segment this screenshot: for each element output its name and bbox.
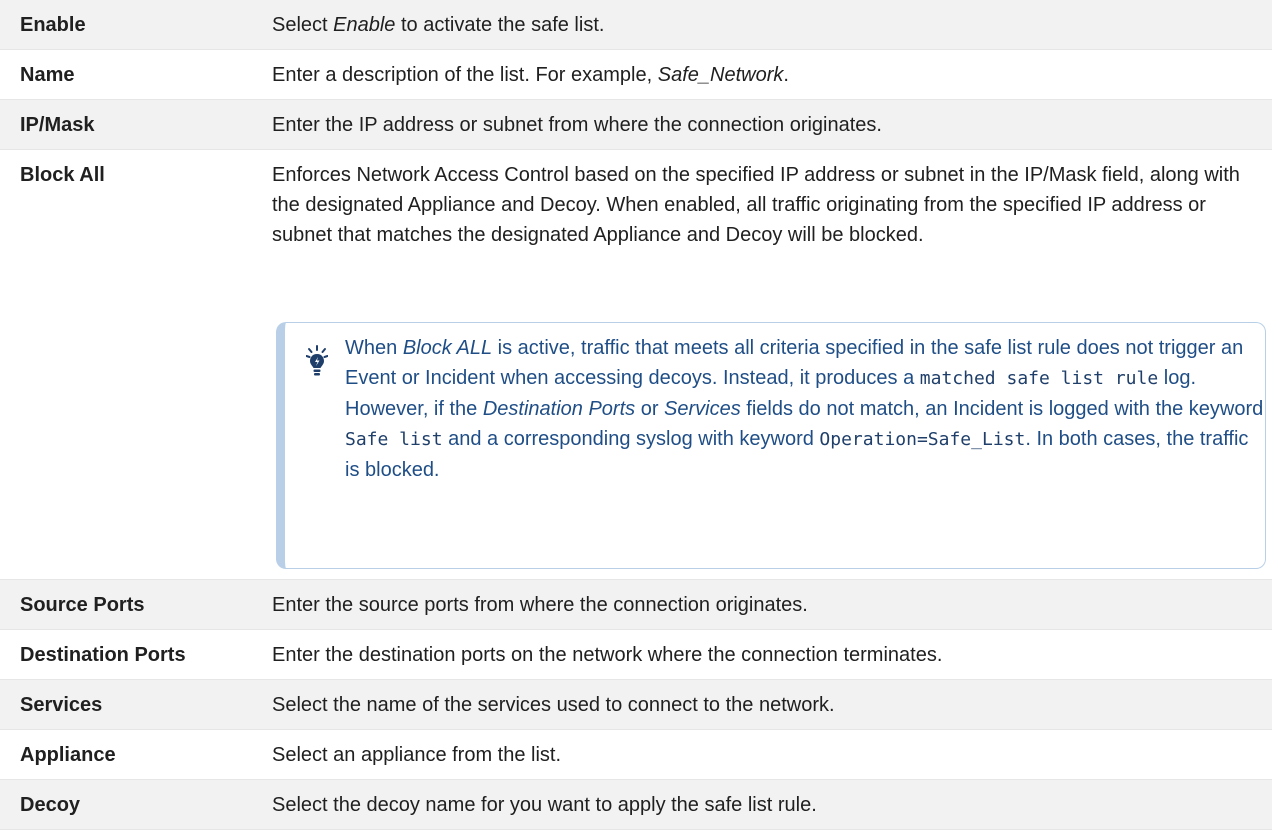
lightbulb-icon	[306, 345, 328, 376]
inline-code: matched safe list rule	[919, 368, 1159, 389]
row-label: Decoy	[20, 794, 81, 816]
inline-code: Safe list	[345, 429, 443, 450]
row-description: Select the name of the services used to …	[272, 694, 835, 716]
tip-note-box: When Block ALL is active, traffic that m…	[276, 322, 1266, 569]
italic-text: Enable	[333, 14, 396, 36]
inline-code: Operation=Safe_List	[819, 429, 1026, 450]
table-row-appliance: Appliance Select an appliance from the l…	[0, 730, 1272, 780]
table-row-enable: Enable Select Enable to activate the saf…	[0, 0, 1272, 50]
row-label: Services	[20, 694, 103, 716]
row-label: Appliance	[20, 744, 116, 766]
row-label: Source Ports	[20, 594, 145, 616]
row-description: Enter a description of the list. For exa…	[272, 64, 789, 86]
italic-text: Destination Ports	[482, 398, 636, 420]
row-description: Enter the source ports from where the co…	[272, 594, 808, 616]
table-row-name: Name Enter a description of the list. Fo…	[0, 50, 1272, 100]
row-description: Select Enable to activate the safe list.	[272, 14, 605, 36]
row-label: Destination Ports	[20, 644, 186, 666]
row-description: Enter the IP address or subnet from wher…	[272, 114, 882, 136]
row-label: Enable	[20, 14, 86, 36]
row-label: IP/Mask	[20, 114, 95, 136]
italic-text: Block ALL	[402, 337, 493, 359]
italic-text: Services	[664, 398, 741, 420]
italic-text: Safe_Network	[657, 64, 784, 86]
row-description: Select the decoy name for you want to ap…	[272, 794, 817, 816]
table-row-services: Services Select the name of the services…	[0, 680, 1272, 730]
row-label: Block All	[20, 164, 105, 186]
row-label: Name	[20, 64, 75, 86]
table-row-ip-mask: IP/Mask Enter the IP address or subnet f…	[0, 100, 1272, 150]
row-description: Select an appliance from the list.	[272, 744, 562, 766]
tip-note-text: When Block ALL is active, traffic that m…	[345, 337, 1264, 481]
table-row-source-ports: Source Ports Enter the source ports from…	[0, 580, 1272, 630]
table-row-decoy: Decoy Select the decoy name for you want…	[0, 780, 1272, 830]
table-row-destination-ports: Destination Ports Enter the destination …	[0, 630, 1272, 680]
row-description: Enter the destination ports on the netwo…	[272, 644, 943, 666]
